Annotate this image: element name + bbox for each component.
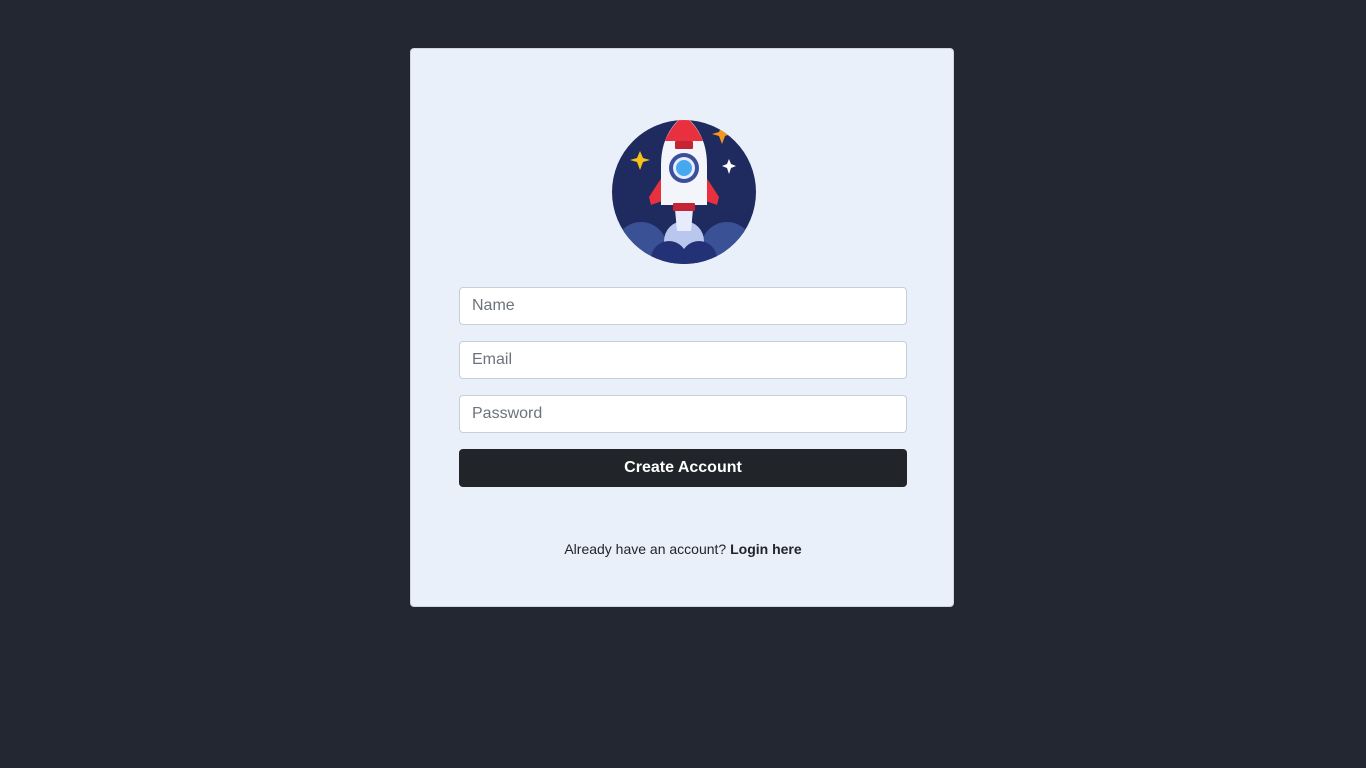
rocket-icon [612,120,756,264]
login-link[interactable]: Login here [730,541,802,557]
name-input[interactable] [459,287,907,325]
login-prompt-text: Already have an account? [564,541,731,557]
create-account-button[interactable]: Create Account [459,449,907,487]
password-input[interactable] [459,395,907,433]
login-prompt: Already have an account? Login here [411,541,955,557]
signup-card: Create Account Already have an account? … [410,48,954,607]
email-input[interactable] [459,341,907,379]
